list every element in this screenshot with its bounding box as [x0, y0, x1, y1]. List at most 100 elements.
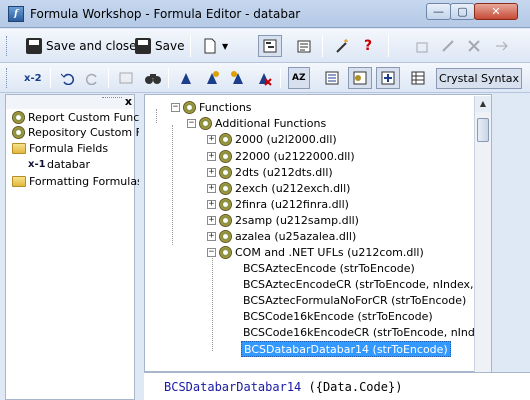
function-item[interactable]: BCSAztecFormulaNoForCR (strToEncode): [243, 293, 466, 309]
scroll-up-icon[interactable]: ▲: [475, 96, 491, 112]
sort-button[interactable]: AZ: [288, 67, 310, 89]
tree-node-functions[interactable]: − Functions: [171, 99, 252, 115]
expand-icon: +: [207, 133, 216, 144]
workshop-tree-item[interactable]: Formula Fields: [12, 142, 108, 155]
function-item-selected[interactable]: BCSDatabarDatabar14 (strToEncode): [241, 341, 451, 357]
collapse-icon: −: [171, 101, 180, 112]
library-icon: [219, 213, 232, 227]
new-button[interactable]: ▼: [198, 35, 232, 57]
undo-icon: [60, 73, 74, 85]
window-title: Formula Workshop - Formula Editor - data…: [30, 7, 301, 21]
workshop-tree-panel: x Report Custom Functions Repository Cus…: [5, 94, 166, 400]
collapse-icon: −: [187, 117, 196, 128]
minimize-button[interactable]: —: [426, 3, 451, 20]
redo-button[interactable]: [82, 67, 104, 89]
folder-icon: [12, 176, 26, 187]
next-bookmark-button[interactable]: [200, 67, 224, 89]
properties-button[interactable]: [292, 35, 316, 57]
help-button[interactable]: ?: [360, 35, 376, 57]
syntax-dropdown[interactable]: Crystal Syntax: [436, 68, 522, 89]
function-item[interactable]: BCSAztecEncode (strToEncode): [243, 261, 415, 277]
main-toolbar: Save and close Save ▼ ?: [0, 29, 530, 63]
show-functions-button[interactable]: [348, 67, 372, 89]
toggle-tree-button[interactable]: [258, 35, 282, 57]
function-group-icon: [199, 116, 212, 130]
save-and-close-button[interactable]: Save and close: [22, 35, 141, 57]
tree-node-label: 2samp (u212samp.dll): [235, 213, 359, 227]
workshop-tree-item[interactable]: Formatting Formulas: [12, 175, 143, 188]
undo-button[interactable]: [56, 67, 78, 89]
tree-node-library[interactable]: + 2000 (u2l2000.dll): [207, 131, 337, 147]
panel-grip[interactable]: [102, 97, 122, 107]
functions-scrollbar[interactable]: ▲: [474, 96, 491, 372]
library-icon: [219, 229, 232, 243]
tree-node-library[interactable]: + 2finra (u212finra.dll): [207, 196, 349, 212]
rename-button[interactable]: [436, 35, 460, 57]
tree-node-label: Additional Functions: [215, 116, 327, 130]
tree-node-additional-functions[interactable]: − Additional Functions: [187, 115, 326, 131]
toolbar-grip[interactable]: [6, 36, 9, 56]
move-up-button[interactable]: [490, 35, 514, 57]
delete-button[interactable]: [462, 35, 486, 57]
workshop-tree-label: Formatting Formulas: [29, 175, 143, 188]
tree-node-label: 2000 (u2l2000.dll): [235, 132, 337, 146]
operators-icon: [381, 71, 395, 85]
toolbar-grip[interactable]: [6, 68, 9, 88]
scroll-thumb[interactable]: [477, 118, 489, 142]
tree-node-library[interactable]: + azalea (u25azalea.dll): [207, 228, 356, 244]
workshop-tree-item[interactable]: Repository Custom Fu: [12, 126, 148, 139]
functions-icon: [353, 71, 367, 85]
browse-data-icon: [119, 72, 133, 84]
save-icon: [26, 38, 42, 54]
save-icon: [135, 38, 151, 54]
check-button[interactable]: x-2: [20, 67, 46, 89]
library-icon: [219, 149, 232, 163]
show-operators-button[interactable]: [376, 67, 400, 89]
new-document-icon: [204, 38, 216, 54]
tree-line: [156, 109, 157, 123]
previous-bookmark-button[interactable]: [226, 67, 250, 89]
tree-node-library[interactable]: + 2dts (u212dts.dll): [207, 164, 333, 180]
tree-toggle-icon: [263, 39, 277, 53]
function-item[interactable]: BCSAztecEncodeCR (strToEncode, nIndex, n…: [243, 277, 491, 293]
expand-icon: +: [207, 198, 216, 209]
new-item-button[interactable]: [410, 35, 434, 57]
toolbar-separator: [190, 35, 191, 57]
close-panel-icon[interactable]: x: [125, 95, 132, 108]
tree-node-label: 2finra (u212finra.dll): [235, 197, 349, 211]
function-item[interactable]: BCSCode16kEncode (strToEncode): [243, 309, 433, 325]
right-pane-edge: [493, 94, 530, 400]
formula-code[interactable]: BCSDatabarDatabar14 ({Data.Code}): [164, 380, 402, 394]
redo-icon: [86, 73, 97, 85]
toggle-bookmark-button[interactable]: [174, 67, 198, 89]
tree-node-library[interactable]: + 2samp (u212samp.dll): [207, 212, 359, 228]
expand-icon: +: [207, 150, 216, 161]
function-item[interactable]: BCSCode16kEncodeCR (strToEncode, nIndex): [243, 325, 491, 341]
browse-data-button[interactable]: [114, 67, 138, 89]
formula-icon: x-1: [28, 159, 46, 170]
find-button[interactable]: [140, 67, 166, 89]
expert-button[interactable]: [330, 35, 354, 57]
save-label: Save: [155, 39, 185, 53]
save-button[interactable]: Save: [131, 35, 188, 57]
bookmark-icon: [181, 73, 191, 84]
tree-node-library[interactable]: + 22000 (u2122000.dll): [207, 148, 355, 164]
app-icon: f: [8, 6, 24, 22]
custom-function-icon: [12, 126, 25, 139]
syntax-grid-icon: [411, 71, 425, 85]
maximize-button[interactable]: ▢: [450, 3, 475, 20]
close-button[interactable]: ✕: [474, 3, 518, 20]
syntax-options-button[interactable]: [406, 67, 430, 89]
formula-editor[interactable]: BCSDatabarDatabar14 ({Data.Code}): [144, 372, 530, 400]
expand-icon: +: [207, 166, 216, 177]
sort-az-icon: AZ: [292, 73, 306, 83]
show-fields-button[interactable]: [320, 67, 344, 89]
tree-line: [212, 255, 213, 351]
collapse-icon: −: [207, 246, 216, 257]
clear-bookmarks-button[interactable]: [252, 67, 276, 89]
previous-bookmark-icon: [231, 71, 243, 84]
workshop-tree-label: databar: [47, 158, 91, 171]
tree-node-library[interactable]: + 2exch (u212exch.dll): [207, 180, 350, 196]
workshop-tree-item-databar[interactable]: x-1 databar: [28, 158, 90, 171]
tree-node-library-com[interactable]: − COM and .NET UFLs (u212com.dll): [207, 244, 424, 260]
